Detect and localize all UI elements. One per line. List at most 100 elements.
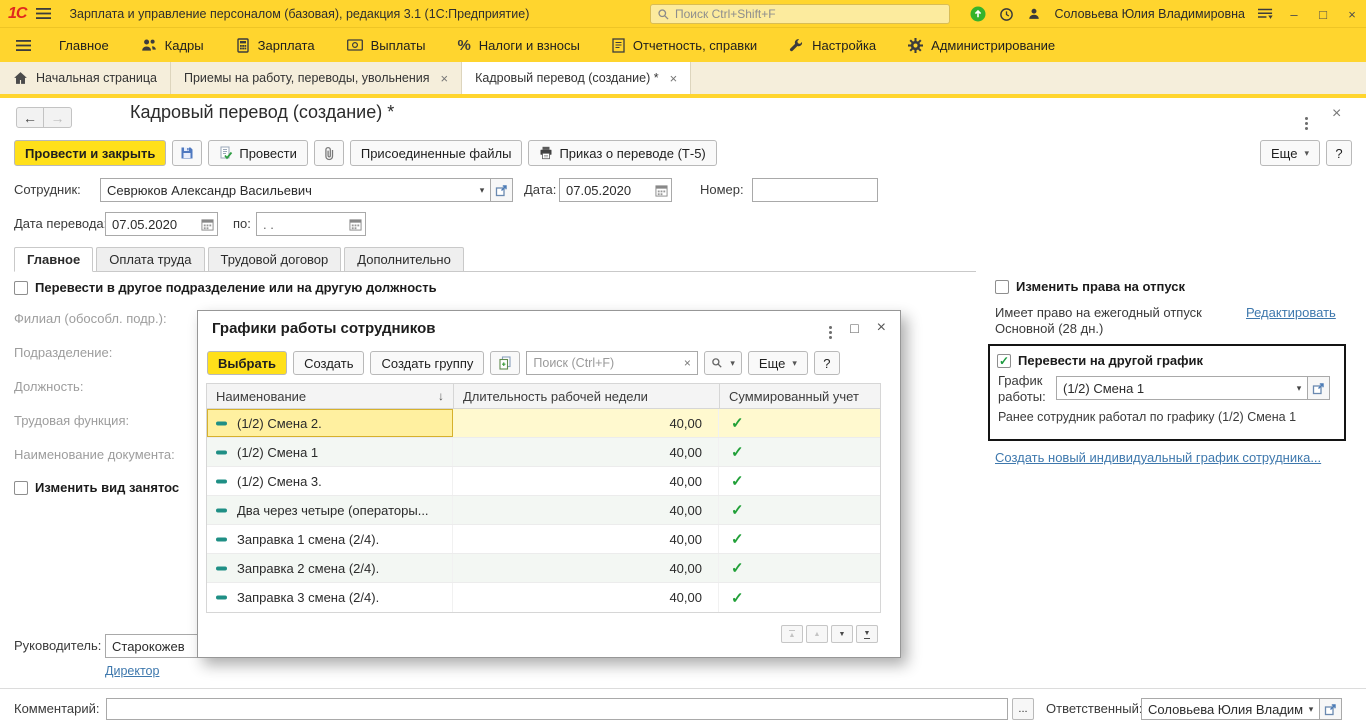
menu-item-main[interactable]: Главное — [43, 28, 125, 62]
chevron-down-icon[interactable]: ▾ — [1303, 704, 1319, 715]
vacation-rights-checkbox[interactable] — [995, 280, 1009, 294]
change-schedule-checkbox[interactable]: ✓ — [997, 354, 1011, 368]
create-button[interactable]: Создать — [293, 351, 364, 375]
menu-item-salary[interactable]: Зарплата — [220, 28, 331, 62]
transfer-to-label: по: — [233, 212, 251, 236]
comment-input[interactable] — [106, 698, 1008, 720]
menu-item-settings[interactable]: Настройка — [773, 28, 892, 62]
menu-item-administration[interactable]: Администрирование — [892, 28, 1071, 62]
work-schedule-value[interactable]: (1/2) Смена 1 — [1057, 381, 1291, 396]
work-schedule-field[interactable]: (1/2) Смена 1 ▾ — [1056, 376, 1308, 400]
attached-files-button[interactable]: Присоединенные файлы — [350, 140, 523, 166]
form-kebab-menu-icon[interactable] — [1305, 108, 1308, 130]
help-button[interactable]: ? — [1326, 140, 1352, 166]
tab-home[interactable]: Начальная страница — [0, 62, 171, 94]
forward-button[interactable]: → — [44, 107, 72, 128]
print-transfer-order-button[interactable]: Приказ о переводе (Т-5) — [528, 140, 716, 166]
column-name[interactable]: Наименование ↓ — [207, 384, 454, 408]
minimize-icon[interactable]: – — [1286, 8, 1302, 21]
menu-item-payments[interactable]: Выплаты — [331, 28, 442, 62]
tab-personnel-transfer[interactable]: Кадровый перевод (создание) * × — [462, 62, 691, 94]
main-menu-icon[interactable] — [36, 8, 51, 19]
dialog-help-button[interactable]: ? — [814, 351, 840, 375]
create-schedule-link[interactable]: Создать новый индивидуальный график сотр… — [995, 450, 1321, 465]
copy-item-button[interactable] — [490, 351, 520, 375]
paperclip-button[interactable] — [314, 140, 344, 166]
transfer-date-value[interactable]: 07.05.2020 — [106, 217, 198, 232]
number-field[interactable] — [752, 178, 878, 202]
form-tab-main[interactable]: Главное — [14, 247, 93, 272]
tab-close-icon[interactable]: × — [670, 71, 678, 86]
responsible-field[interactable]: Соловьева Юлия Владим ▾ — [1141, 698, 1320, 720]
column-week-duration[interactable]: Длительность рабочей недели — [454, 384, 720, 408]
dialog-kebab-menu-icon[interactable] — [829, 317, 832, 339]
edit-vacation-link[interactable]: Редактировать — [1246, 305, 1336, 320]
form-tab-additional[interactable]: Дополнительно — [344, 247, 464, 272]
work-schedule-open-button[interactable] — [1308, 376, 1330, 400]
maximize-icon[interactable]: □ — [1315, 8, 1331, 21]
form-close-icon[interactable]: × — [1332, 105, 1341, 123]
employee-field[interactable]: Севрюков Александр Васильевич ▾ — [100, 178, 491, 202]
clear-search-icon[interactable]: × — [679, 356, 695, 370]
list-bottom-button[interactable]: ▼ — [856, 625, 878, 643]
dialog-search[interactable]: × — [526, 351, 698, 375]
employee-open-button[interactable] — [491, 178, 513, 202]
menu-item-reports[interactable]: Отчетность, справки — [596, 28, 773, 62]
date-label: Дата: — [524, 178, 556, 202]
manager-position-link[interactable]: Директор — [105, 664, 159, 678]
list-top-button[interactable]: ▲ — [781, 625, 803, 643]
date-field[interactable]: 07.05.2020 — [559, 178, 672, 202]
post-button[interactable]: Провести — [208, 140, 308, 166]
table-row[interactable]: Заправка 3 смена (2/4). 40,00 ✓ — [207, 583, 880, 612]
chevron-down-icon[interactable]: ▾ — [474, 185, 490, 196]
sections-menu-icon[interactable] — [4, 28, 43, 62]
comment-expand-button[interactable]: ... — [1012, 698, 1034, 720]
table-row[interactable]: (1/2) Смена 3. 40,00 ✓ — [207, 467, 880, 496]
employee-value[interactable]: Севрюков Александр Васильевич — [101, 183, 474, 198]
close-icon[interactable]: × — [1344, 8, 1360, 21]
calendar-icon[interactable] — [652, 179, 671, 201]
chevron-down-icon[interactable]: ▾ — [1291, 383, 1307, 394]
table-row[interactable]: Два через четыре (операторы... 40,00 ✓ — [207, 496, 880, 525]
table-row[interactable]: (1/2) Смена 1 40,00 ✓ — [207, 438, 880, 467]
create-group-button[interactable]: Создать группу — [370, 351, 484, 375]
responsible-open-button[interactable] — [1320, 698, 1342, 720]
select-button[interactable]: Выбрать — [207, 351, 287, 375]
date-value[interactable]: 07.05.2020 — [560, 183, 652, 198]
dialog-maximize-icon[interactable]: □ — [850, 321, 858, 335]
dialog-more-button[interactable]: Еще ▾ — [748, 351, 808, 375]
column-summarized[interactable]: Суммированный учет — [720, 384, 878, 408]
transfer-date-field[interactable]: 07.05.2020 — [105, 212, 218, 236]
list-down-button[interactable]: ▼ — [831, 625, 853, 643]
history-icon[interactable] — [999, 7, 1014, 22]
menu-item-taxes[interactable]: % Налоги и взносы — [441, 28, 595, 62]
calendar-icon[interactable] — [346, 213, 365, 235]
panels-icon[interactable] — [1258, 8, 1273, 20]
post-document-icon — [219, 146, 233, 160]
table-row[interactable]: Заправка 1 смена (2/4). 40,00 ✓ — [207, 525, 880, 554]
tab-close-icon[interactable]: × — [441, 71, 449, 86]
calendar-icon[interactable] — [198, 213, 217, 235]
save-button[interactable] — [172, 140, 202, 166]
post-and-close-button[interactable]: Провести и закрыть — [14, 140, 166, 166]
tab-hiring-transfers[interactable]: Приемы на работу, переводы, увольнения × — [171, 62, 462, 94]
global-search-input[interactable] — [675, 7, 943, 21]
support-icon[interactable] — [970, 6, 986, 22]
dialog-search-input[interactable] — [533, 356, 679, 370]
change-employment-checkbox[interactable] — [14, 481, 28, 495]
table-row[interactable]: (1/2) Смена 2. 40,00 ✓ — [207, 409, 880, 438]
search-options-button[interactable]: ▾ — [704, 351, 742, 375]
transfer-checkbox[interactable] — [14, 281, 28, 295]
global-search[interactable] — [650, 4, 950, 24]
form-tab-payment[interactable]: Оплата труда — [96, 247, 204, 272]
transfer-to-value[interactable]: . . — [257, 217, 346, 232]
back-button[interactable]: ← — [16, 107, 44, 128]
dialog-close-icon[interactable]: × — [877, 320, 886, 336]
list-up-button[interactable]: ▲ — [806, 625, 828, 643]
table-row[interactable]: Заправка 2 смена (2/4). 40,00 ✓ — [207, 554, 880, 583]
menu-item-personnel[interactable]: Кадры — [125, 28, 220, 62]
more-button[interactable]: Еще ▾ — [1260, 140, 1320, 166]
transfer-to-field[interactable]: . . — [256, 212, 366, 236]
responsible-value[interactable]: Соловьева Юлия Владим — [1142, 702, 1303, 717]
form-tab-contract[interactable]: Трудовой договор — [208, 247, 342, 272]
